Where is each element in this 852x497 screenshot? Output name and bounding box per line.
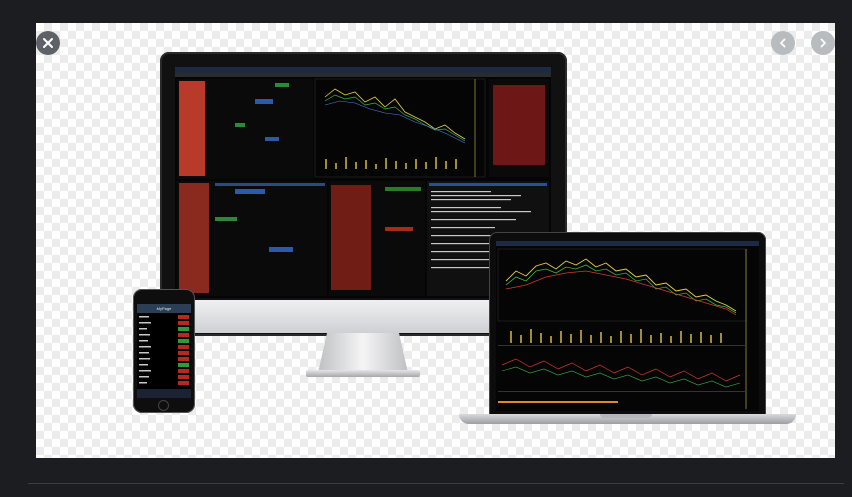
phone-header: MyPage <box>137 304 191 313</box>
close-icon <box>43 38 53 48</box>
price-chart-upper <box>314 78 486 178</box>
laptop-trading-screen <box>496 241 759 411</box>
next-image-button[interactable] <box>811 31 835 55</box>
quote-grid-middle <box>329 181 425 296</box>
quote-grid-top-left <box>177 79 313 179</box>
order-book-right <box>489 79 549 177</box>
laptop-screen-graphic <box>496 241 759 409</box>
close-button[interactable] <box>36 31 60 55</box>
chevron-right-icon <box>820 38 826 48</box>
previous-image-button[interactable] <box>771 31 795 55</box>
quote-grid-bottom-left <box>177 181 327 296</box>
chevron-left-icon <box>780 38 786 48</box>
phone-home-button <box>158 400 169 411</box>
monitor-stand <box>318 333 408 373</box>
monitor-base <box>306 370 420 377</box>
bottom-divider <box>28 483 844 484</box>
phone-quote-list <box>137 315 191 398</box>
laptop-opening-notch <box>600 414 652 418</box>
phone-trading-screen: MyPage <box>137 304 191 398</box>
